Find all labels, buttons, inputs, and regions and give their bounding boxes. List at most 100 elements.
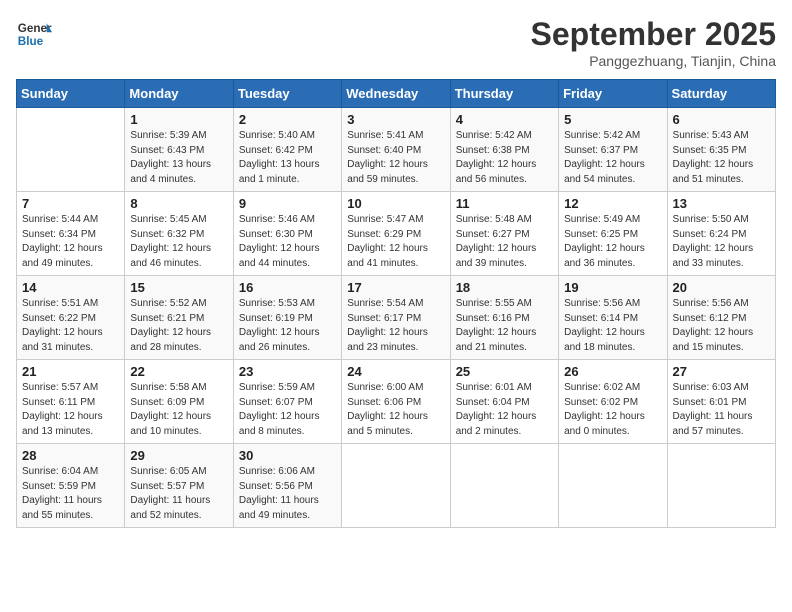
- day-info: Sunrise: 5:57 AM Sunset: 6:11 PM Dayligh…: [22, 381, 119, 439]
- calendar-cell: 23 Sunrise: 5:59 AM Sunset: 6:07 PM Dayli…: [233, 360, 341, 444]
- page-header: General Blue September 2025 Panggezhuang…: [16, 16, 776, 69]
- calendar-cell: 11Sunrise: 5:48 AM Sunset: 6:27 PM Dayli…: [450, 192, 558, 276]
- calendar-cell: 30 Sunrise: 6:06 AM Sunset: 5:56 PM Dayli…: [233, 444, 341, 528]
- calendar-week-4: 21 Sunrise: 5:57 AM Sunset: 6:11 PM Dayli…: [17, 360, 776, 444]
- day-info: Sunrise: 5:42 AM Sunset: 6:38 PM Dayligh…: [456, 129, 553, 187]
- day-number: 30: [239, 448, 336, 463]
- location: Panggezhuang, Tianjin, China: [531, 53, 776, 69]
- calendar-cell: 21 Sunrise: 5:57 AM Sunset: 6:11 PM Dayli…: [17, 360, 125, 444]
- day-number: 21: [22, 364, 119, 379]
- calendar-cell: 27Sunrise: 6:03 AM Sunset: 6:01 PM Dayli…: [667, 360, 775, 444]
- day-info: Sunrise: 5:48 AM Sunset: 6:27 PM Dayligh…: [456, 213, 553, 271]
- calendar-week-5: 28 Sunrise: 6:04 AM Sunset: 5:59 PM Dayli…: [17, 444, 776, 528]
- day-number: 17: [347, 280, 444, 295]
- calendar-cell: 13 Sunrise: 5:50 AM Sunset: 6:24 PM Dayli…: [667, 192, 775, 276]
- calendar-cell: 25 Sunrise: 6:01 AM Sunset: 6:04 PM Dayli…: [450, 360, 558, 444]
- day-number: 7: [22, 196, 119, 211]
- day-info: Sunrise: 5:42 AM Sunset: 6:37 PM Dayligh…: [564, 129, 661, 187]
- day-number: 16: [239, 280, 336, 295]
- day-number: 26: [564, 364, 661, 379]
- day-number: 25: [456, 364, 553, 379]
- day-info: Sunrise: 6:02 AM Sunset: 6:02 PM Dayligh…: [564, 381, 661, 439]
- day-number: 27: [673, 364, 770, 379]
- day-info: Sunrise: 5:59 AM Sunset: 6:07 PM Dayligh…: [239, 381, 336, 439]
- calendar-cell: 6Sunrise: 5:43 AM Sunset: 6:35 PM Daylig…: [667, 108, 775, 192]
- day-info: Sunrise: 5:45 AM Sunset: 6:32 PM Dayligh…: [130, 213, 227, 271]
- day-info: Sunrise: 6:05 AM Sunset: 5:57 PM Dayligh…: [130, 465, 227, 523]
- calendar-cell: [342, 444, 450, 528]
- day-info: Sunrise: 5:41 AM Sunset: 6:40 PM Dayligh…: [347, 129, 444, 187]
- calendar-cell: 8 Sunrise: 5:45 AM Sunset: 6:32 PM Daylig…: [125, 192, 233, 276]
- day-number: 24: [347, 364, 444, 379]
- day-info: Sunrise: 5:52 AM Sunset: 6:21 PM Dayligh…: [130, 297, 227, 355]
- day-number: 20: [673, 280, 770, 295]
- day-number: 10: [347, 196, 444, 211]
- day-number: 2: [239, 112, 336, 127]
- calendar-cell: 16Sunrise: 5:53 AM Sunset: 6:19 PM Dayli…: [233, 276, 341, 360]
- day-info: Sunrise: 5:44 AM Sunset: 6:34 PM Dayligh…: [22, 213, 119, 271]
- day-header-friday: Friday: [559, 80, 667, 108]
- day-number: 9: [239, 196, 336, 211]
- calendar-cell: 10 Sunrise: 5:47 AM Sunset: 6:29 PM Dayli…: [342, 192, 450, 276]
- day-number: 1: [130, 112, 227, 127]
- calendar-cell: [667, 444, 775, 528]
- day-number: 28: [22, 448, 119, 463]
- day-number: 18: [456, 280, 553, 295]
- day-info: Sunrise: 5:49 AM Sunset: 6:25 PM Dayligh…: [564, 213, 661, 271]
- logo: General Blue: [16, 16, 52, 52]
- day-header-thursday: Thursday: [450, 80, 558, 108]
- day-header-tuesday: Tuesday: [233, 80, 341, 108]
- day-header-wednesday: Wednesday: [342, 80, 450, 108]
- day-number: 4: [456, 112, 553, 127]
- day-info: Sunrise: 5:50 AM Sunset: 6:24 PM Dayligh…: [673, 213, 770, 271]
- calendar-cell: 18 Sunrise: 5:55 AM Sunset: 6:16 PM Dayli…: [450, 276, 558, 360]
- day-info: Sunrise: 5:46 AM Sunset: 6:30 PM Dayligh…: [239, 213, 336, 271]
- day-number: 13: [673, 196, 770, 211]
- day-info: Sunrise: 6:06 AM Sunset: 5:56 PM Dayligh…: [239, 465, 336, 523]
- day-number: 15: [130, 280, 227, 295]
- title-block: September 2025 Panggezhuang, Tianjin, Ch…: [531, 16, 776, 69]
- day-info: Sunrise: 6:01 AM Sunset: 6:04 PM Dayligh…: [456, 381, 553, 439]
- calendar-table: SundayMondayTuesdayWednesdayThursdayFrid…: [16, 79, 776, 528]
- calendar-cell: 1 Sunrise: 5:39 AM Sunset: 6:43 PM Daylig…: [125, 108, 233, 192]
- day-header-sunday: Sunday: [17, 80, 125, 108]
- calendar-cell: 9 Sunrise: 5:46 AM Sunset: 6:30 PM Daylig…: [233, 192, 341, 276]
- day-info: Sunrise: 6:00 AM Sunset: 6:06 PM Dayligh…: [347, 381, 444, 439]
- calendar-week-2: 7 Sunrise: 5:44 AM Sunset: 6:34 PM Daylig…: [17, 192, 776, 276]
- calendar-cell: 4 Sunrise: 5:42 AM Sunset: 6:38 PM Daylig…: [450, 108, 558, 192]
- day-number: 22: [130, 364, 227, 379]
- day-number: 23: [239, 364, 336, 379]
- day-number: 8: [130, 196, 227, 211]
- day-number: 12: [564, 196, 661, 211]
- calendar-cell: 17 Sunrise: 5:54 AM Sunset: 6:17 PM Dayli…: [342, 276, 450, 360]
- calendar-cell: 24 Sunrise: 6:00 AM Sunset: 6:06 PM Dayli…: [342, 360, 450, 444]
- day-info: Sunrise: 5:40 AM Sunset: 6:42 PM Dayligh…: [239, 129, 336, 187]
- day-info: Sunrise: 5:58 AM Sunset: 6:09 PM Dayligh…: [130, 381, 227, 439]
- day-info: Sunrise: 6:04 AM Sunset: 5:59 PM Dayligh…: [22, 465, 119, 523]
- calendar-cell: [450, 444, 558, 528]
- calendar-cell: 5Sunrise: 5:42 AM Sunset: 6:37 PM Daylig…: [559, 108, 667, 192]
- day-number: 29: [130, 448, 227, 463]
- calendar-cell: 14Sunrise: 5:51 AM Sunset: 6:22 PM Dayli…: [17, 276, 125, 360]
- calendar-cell: 29 Sunrise: 6:05 AM Sunset: 5:57 PM Dayli…: [125, 444, 233, 528]
- day-number: 19: [564, 280, 661, 295]
- day-info: Sunrise: 5:55 AM Sunset: 6:16 PM Dayligh…: [456, 297, 553, 355]
- day-info: Sunrise: 5:54 AM Sunset: 6:17 PM Dayligh…: [347, 297, 444, 355]
- calendar-week-3: 14Sunrise: 5:51 AM Sunset: 6:22 PM Dayli…: [17, 276, 776, 360]
- calendar-cell: 12 Sunrise: 5:49 AM Sunset: 6:25 PM Dayli…: [559, 192, 667, 276]
- day-info: Sunrise: 5:51 AM Sunset: 6:22 PM Dayligh…: [22, 297, 119, 355]
- calendar-cell: 15 Sunrise: 5:52 AM Sunset: 6:21 PM Dayli…: [125, 276, 233, 360]
- calendar-cell: 7 Sunrise: 5:44 AM Sunset: 6:34 PM Daylig…: [17, 192, 125, 276]
- calendar-cell: 20Sunrise: 5:56 AM Sunset: 6:12 PM Dayli…: [667, 276, 775, 360]
- svg-text:Blue: Blue: [18, 35, 44, 48]
- calendar-cell: 2 Sunrise: 5:40 AM Sunset: 6:42 PM Daylig…: [233, 108, 341, 192]
- day-info: Sunrise: 5:56 AM Sunset: 6:14 PM Dayligh…: [564, 297, 661, 355]
- day-number: 3: [347, 112, 444, 127]
- day-header-saturday: Saturday: [667, 80, 775, 108]
- day-info: Sunrise: 5:39 AM Sunset: 6:43 PM Dayligh…: [130, 129, 227, 187]
- logo-icon: General Blue: [16, 16, 52, 52]
- day-info: Sunrise: 5:43 AM Sunset: 6:35 PM Dayligh…: [673, 129, 770, 187]
- calendar-cell: [17, 108, 125, 192]
- day-info: Sunrise: 5:47 AM Sunset: 6:29 PM Dayligh…: [347, 213, 444, 271]
- calendar-header-row: SundayMondayTuesdayWednesdayThursdayFrid…: [17, 80, 776, 108]
